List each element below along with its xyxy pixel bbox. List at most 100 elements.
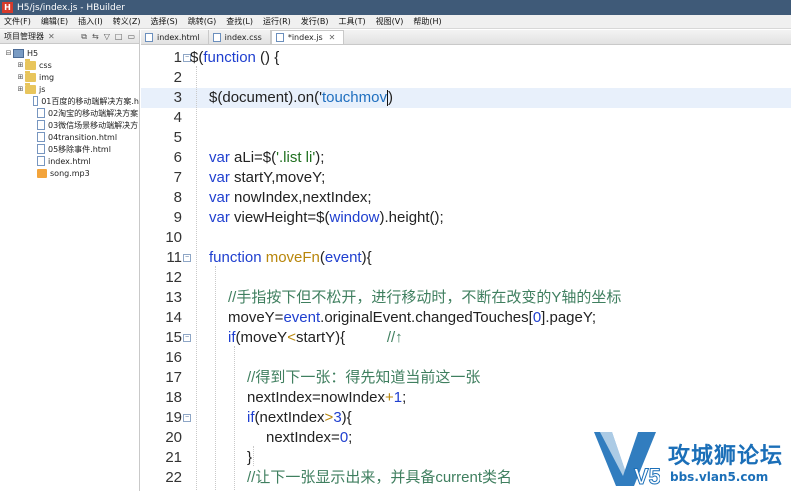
menu-item[interactable]: 插入(I) [78, 16, 103, 27]
code-token: function [209, 249, 262, 266]
code-line[interactable]: 19− if(nextIndex>3){ [141, 408, 791, 428]
code-token: startY,moveY; [229, 169, 326, 186]
code-token: (moveY [235, 329, 288, 346]
code-token: ) [388, 89, 393, 106]
code-line[interactable]: 14 moveY=event.originalEvent.changedTouch… [141, 308, 791, 328]
code-line[interactable]: 11− function moveFn(event){ [141, 248, 791, 268]
line-number: 1 [173, 49, 182, 66]
line-number: 6 [173, 149, 182, 166]
indent-guide [234, 346, 235, 491]
indent-guide [253, 446, 254, 466]
code-line[interactable]: 12 [141, 268, 791, 288]
panel-tool-icon[interactable]: ▭ [127, 32, 135, 42]
code-line[interactable]: 2 [141, 68, 791, 88]
code-token: } [247, 449, 253, 466]
tree-item[interactable]: index.html [0, 155, 139, 167]
code-text: function moveFn(event){ [190, 248, 372, 268]
code-token: cument).on( [239, 89, 320, 106]
code-line[interactable]: 17 //得到下一张：得先知道当前这一张 [141, 368, 791, 388]
code-token: ; [348, 429, 353, 446]
menu-item[interactable]: 跳转(G) [188, 16, 216, 27]
menu-item[interactable]: 工具(T) [339, 16, 366, 27]
code-token: nowIndex,nextIndex; [229, 189, 372, 206]
code-token: ){ [341, 409, 352, 426]
code-token: (nextIndex [254, 409, 325, 426]
line-number: 7 [173, 169, 182, 186]
code-token: ).height(); [379, 209, 444, 226]
menu-item[interactable]: 视图(V) [376, 16, 404, 27]
project-manager-header: 项目管理器 ✕ ⧉ ⇆ ▽ □ ▭ [0, 30, 139, 44]
tree-item[interactable]: song.mp3 [0, 167, 139, 179]
tree-item[interactable]: 02淘宝的移动端解决方案 [0, 107, 139, 119]
menu-item[interactable]: 文件(F) [4, 16, 31, 27]
tree-item[interactable]: 05移除事件.html [0, 143, 139, 155]
code-line[interactable]: 1− $(function () { [141, 48, 791, 68]
code-line[interactable]: 15− if(moveY<startY){ //↑ [141, 328, 791, 348]
tree-item[interactable]: ⊟ H5 [0, 47, 139, 59]
tree-item[interactable]: ⊞ img [0, 71, 139, 83]
menu-item[interactable]: 帮助(H) [413, 16, 441, 27]
code-line[interactable]: 16 [141, 348, 791, 368]
code-token: 0 [532, 309, 542, 326]
code-line[interactable]: 9 var viewHeight=$(window).height(); [141, 208, 791, 228]
panel-tool-icon[interactable]: ▽ [104, 32, 110, 42]
line-number: 17 [165, 369, 182, 386]
menu-item[interactable]: 查找(L) [226, 16, 253, 27]
tree-item-label: 03微信场景移动端解决方 [48, 120, 139, 130]
editor-tab[interactable]: index.html [141, 30, 209, 44]
code-line[interactable]: 4 [141, 108, 791, 128]
panel-tool-icon[interactable]: ⧉ [81, 32, 87, 42]
code-line[interactable]: 13 //手指按下但不松开，进行移动时，不断在改变的Y轴的坐标 [141, 288, 791, 308]
code-text: var nowIndex,nextIndex; [190, 188, 372, 208]
tree-item[interactable]: 04transition.html [0, 131, 139, 143]
tree-item[interactable]: ⊞ css [0, 59, 139, 71]
code-text: } [190, 448, 252, 468]
expand-toggle-icon[interactable]: ⊞ [16, 61, 25, 69]
tree-item[interactable]: 01百度的移动端解决方案.h [0, 95, 139, 107]
code-text: $(function () { [190, 48, 279, 68]
code-token: window [329, 209, 380, 226]
code-editor[interactable]: 1− $(function () {2 3 $(document).on('touch… [141, 46, 791, 491]
menu-item[interactable]: 发行(B) [301, 16, 329, 27]
menu-item[interactable]: 转义(Z) [113, 16, 141, 27]
code-line[interactable]: 5 [141, 128, 791, 148]
panel-tool-icon[interactable]: □ [115, 32, 123, 42]
line-number: 12 [165, 269, 182, 286]
panel-close-icon[interactable]: ✕ [48, 32, 55, 41]
code-line[interactable]: 3 $(document).on('touchmov) [141, 88, 791, 108]
code-line[interactable]: 7 var startY,moveY; [141, 168, 791, 188]
menu-item[interactable]: 选择(S) [150, 16, 177, 27]
code-token: nextIndex=nowIndex [247, 389, 386, 406]
project-icon [13, 48, 24, 58]
code-line[interactable]: 10 [141, 228, 791, 248]
watermark-url: bbs.vlan5.com [670, 470, 769, 484]
editor-tab[interactable]: index.css [209, 30, 271, 44]
code-line[interactable]: 18 nextIndex=nowIndex+1; [141, 388, 791, 408]
code-text: $(document).on('touchmov) [190, 88, 393, 108]
line-number: 22 [165, 469, 182, 486]
tree-item[interactable]: ⊞ js [0, 83, 139, 95]
tab-close-icon[interactable]: ✕ [329, 33, 336, 42]
panel-tool-icon[interactable]: ⇆ [92, 32, 99, 42]
code-token: $( [190, 49, 204, 66]
audio-file-icon [37, 168, 47, 178]
code-text: nextIndex=nowIndex+1; [190, 388, 406, 408]
menu-item[interactable]: 编辑(E) [41, 16, 68, 27]
expand-toggle-icon[interactable]: ⊞ [16, 85, 25, 93]
code-token: ); [315, 149, 325, 166]
panel-toolbar: ⧉ ⇆ ▽ □ ▭ [81, 32, 139, 42]
html-file-icon [37, 156, 45, 166]
code-line[interactable]: 8 var nowIndex,nextIndex; [141, 188, 791, 208]
code-line[interactable]: 6 var aLi=$('.list li'); [141, 148, 791, 168]
expand-toggle-icon[interactable]: ⊞ [16, 73, 25, 81]
tree-item[interactable]: 03微信场景移动端解决方 [0, 119, 139, 131]
expand-toggle-icon[interactable]: ⊟ [4, 49, 13, 57]
html-file-icon [37, 120, 45, 130]
line-number: 5 [173, 129, 182, 146]
editor-tab[interactable]: *index.js ✕ [270, 30, 345, 44]
menu-item[interactable]: 运行(R) [263, 16, 291, 27]
code-token: var [209, 209, 230, 226]
project-tree: ⊟ H5 ⊞ css ⊞ img ⊞ js 01百度的移动端解决方案.h 02淘宝的移动端解决方案… [0, 44, 139, 179]
code-text: if(moveY<startY){ //↑ [190, 328, 403, 348]
line-number: 11 [166, 249, 182, 266]
